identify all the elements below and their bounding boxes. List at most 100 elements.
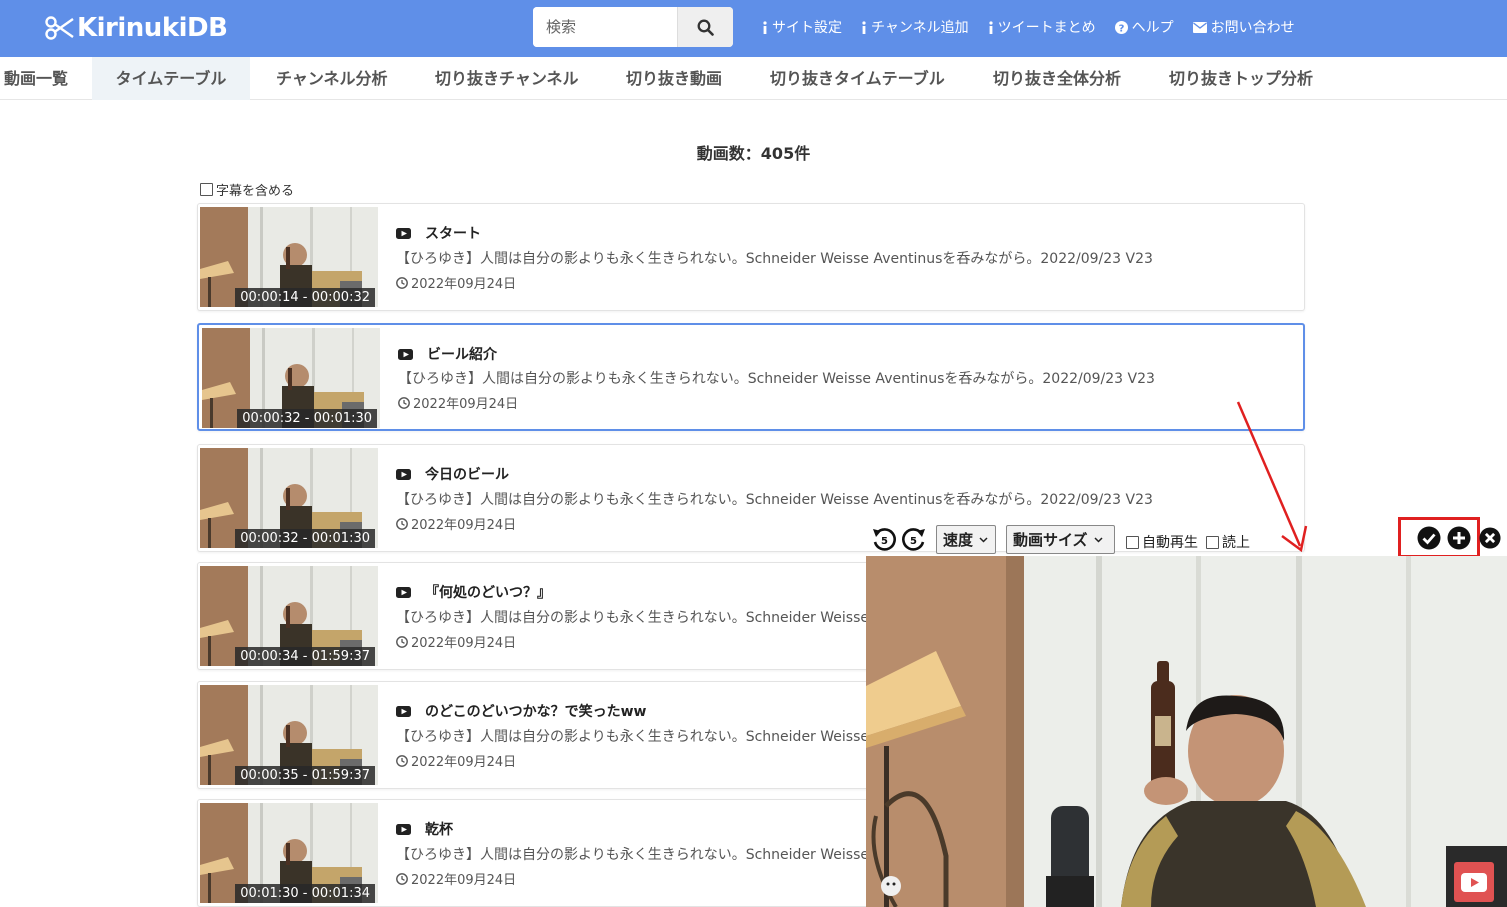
clip-thumbnail[interactable]: 00:00:34 - 01:59:37 bbox=[200, 566, 378, 666]
nav-help[interactable]: ? ヘルプ bbox=[1114, 17, 1174, 37]
info-icon bbox=[762, 20, 768, 34]
clip-date: 2022年09月24日 bbox=[398, 393, 518, 412]
speed-select-label: 速度 bbox=[943, 531, 974, 549]
logo[interactable]: KirinukiDB bbox=[44, 10, 228, 46]
nav-site-settings[interactable]: サイト設定 bbox=[762, 17, 842, 37]
clip-thumbnail[interactable]: 00:00:35 - 01:59:37 bbox=[200, 685, 378, 785]
rewind-label: 5 bbox=[881, 536, 888, 547]
video-frame bbox=[866, 556, 1507, 907]
checkbox-box[interactable] bbox=[1126, 535, 1139, 549]
clip-date-text: 2022年09月24日 bbox=[411, 277, 517, 292]
tab-clip-overall-analysis[interactable]: 切り抜き全体分析 bbox=[993, 57, 1121, 100]
nav-label: お問い合わせ bbox=[1210, 20, 1295, 36]
clip-time-range: 00:00:32 - 00:01:30 bbox=[235, 529, 375, 548]
clip-time-range: 00:01:30 - 00:01:34 bbox=[235, 884, 375, 903]
clock-icon bbox=[396, 872, 408, 885]
clip-description: 【ひろゆき】人間は自分の影よりも永く生きられない。Schneider Weiss… bbox=[396, 492, 1153, 508]
video-player[interactable] bbox=[866, 556, 1507, 907]
play-icon bbox=[396, 468, 411, 480]
tab-clip-channels[interactable]: 切り抜きチャンネル bbox=[435, 57, 579, 100]
include-subtitles-checkbox[interactable]: 字幕を含める bbox=[200, 180, 294, 199]
clip-thumbnail[interactable]: 00:00:32 - 00:01:30 bbox=[202, 328, 380, 428]
clip-date-text: 2022年09月24日 bbox=[411, 755, 517, 770]
clip-title[interactable]: 乾杯 bbox=[396, 819, 453, 839]
nav-tweet-summary[interactable]: ツイートまとめ bbox=[988, 17, 1096, 37]
speed-select[interactable]: 速度 bbox=[936, 525, 996, 554]
video-size-select[interactable]: 動画サイズ bbox=[1006, 525, 1115, 554]
info-icon bbox=[988, 20, 994, 34]
clip-title-text: のどこのどいつかな？で笑ったww bbox=[425, 704, 647, 720]
clip-card-selected[interactable]: 00:00:32 - 00:01:30 ビール紹介 【ひろゆき】人間は自分の影よ… bbox=[197, 323, 1305, 431]
checkbox-box[interactable] bbox=[200, 183, 213, 196]
play-icon bbox=[396, 227, 411, 239]
clip-date-text: 2022年09月24日 bbox=[411, 636, 517, 651]
envelope-icon bbox=[1192, 21, 1207, 33]
forward-5-icon[interactable]: 5 bbox=[900, 525, 928, 553]
nav-label: ヘルプ bbox=[1131, 20, 1174, 36]
nav-add-channel[interactable]: チャンネル追加 bbox=[861, 17, 969, 37]
clip-thumbnail[interactable]: 00:01:30 - 00:01:34 bbox=[200, 803, 378, 903]
autoplay-checkbox[interactable]: 自動再生 bbox=[1126, 532, 1198, 552]
tab-clip-top-analysis[interactable]: 切り抜きトップ分析 bbox=[1169, 57, 1313, 100]
plus-circle-icon[interactable] bbox=[1447, 526, 1471, 550]
tab-timetable[interactable]: タイムテーブル bbox=[92, 57, 250, 100]
search-input[interactable] bbox=[533, 7, 677, 47]
search-button[interactable] bbox=[677, 7, 733, 47]
nav-label: サイト設定 bbox=[772, 20, 842, 36]
nav-contact[interactable]: お問い合わせ bbox=[1192, 17, 1295, 37]
clip-card[interactable]: 00:00:14 - 00:00:32 スタート 【ひろゆき】人間は自分の影より… bbox=[197, 203, 1305, 311]
annotation-arrow bbox=[1236, 401, 1308, 553]
clip-date: 2022年09月24日 bbox=[396, 751, 516, 770]
clip-title[interactable]: 『何処のどいつ？』 bbox=[396, 582, 551, 602]
close-circle-icon[interactable] bbox=[1479, 527, 1501, 549]
logo-text: KirinukiDB bbox=[77, 13, 228, 43]
clip-time-range: 00:00:32 - 00:01:30 bbox=[237, 409, 377, 428]
clip-title-text: スタート bbox=[425, 226, 481, 242]
clip-thumbnail[interactable]: 00:00:14 - 00:00:32 bbox=[200, 207, 378, 307]
clock-icon bbox=[396, 517, 408, 530]
clock-icon bbox=[396, 635, 408, 648]
checkbox-box[interactable] bbox=[1206, 535, 1219, 549]
question-circle-icon: ? bbox=[1114, 20, 1128, 34]
clip-title[interactable]: 今日のビール bbox=[396, 464, 509, 484]
clip-time-range: 00:00:35 - 01:59:37 bbox=[235, 766, 375, 785]
clip-description: 【ひろゆき】人間は自分の影よりも永く生きられない。Schneider Weiss… bbox=[396, 251, 1153, 267]
chevron-down-icon bbox=[979, 536, 988, 543]
nav-label: ツイートまとめ bbox=[997, 20, 1096, 36]
chevron-down-icon bbox=[1094, 536, 1103, 543]
clip-title-text: 今日のビール bbox=[425, 467, 509, 483]
clip-title[interactable]: のどこのどいつかな？で笑ったww bbox=[396, 701, 646, 721]
tab-bar: 動画一覧 タイムテーブル チャンネル分析 切り抜きチャンネル 切り抜き動画 切り… bbox=[0, 57, 1507, 100]
info-icon bbox=[861, 20, 867, 34]
tab-channel-analysis[interactable]: チャンネル分析 bbox=[276, 57, 388, 100]
clip-date-text: 2022年09月24日 bbox=[411, 518, 517, 533]
play-icon bbox=[398, 348, 413, 360]
clip-title[interactable]: スタート bbox=[396, 223, 481, 243]
youtube-button[interactable] bbox=[1454, 862, 1494, 902]
clip-description: 【ひろゆき】人間は自分の影よりも永く生きられない。Schneider Weiss… bbox=[398, 371, 1155, 387]
clip-thumbnail[interactable]: 00:00:32 - 00:01:30 bbox=[200, 448, 378, 548]
rewind-5-icon[interactable]: 5 bbox=[870, 525, 898, 553]
clip-title[interactable]: ビール紹介 bbox=[398, 344, 497, 364]
clip-time-range: 00:00:34 - 01:59:37 bbox=[235, 647, 375, 666]
clip-date-text: 2022年09月24日 bbox=[411, 873, 517, 888]
clip-date: 2022年09月24日 bbox=[396, 869, 516, 888]
clip-date: 2022年09月24日 bbox=[396, 273, 516, 292]
top-bar: KirinukiDB サイト設定 チャンネル追加 ツイートまとめ ? ヘルプ bbox=[0, 0, 1507, 57]
nav-label: チャンネル追加 bbox=[871, 20, 969, 36]
clock-icon bbox=[398, 396, 410, 409]
clock-icon bbox=[396, 276, 408, 289]
tab-video-list[interactable]: 動画一覧 bbox=[4, 57, 68, 100]
tab-clip-timetable[interactable]: 切り抜きタイムテーブル bbox=[770, 57, 945, 100]
svg-text:?: ? bbox=[1118, 23, 1124, 34]
clip-title-text: ビール紹介 bbox=[427, 347, 497, 363]
top-nav: サイト設定 チャンネル追加 ツイートまとめ ? ヘルプ お問い合わせ bbox=[762, 17, 1295, 37]
video-count: 動画数：405件 bbox=[696, 144, 811, 163]
tab-clip-videos[interactable]: 切り抜き動画 bbox=[626, 57, 722, 100]
check-circle-icon[interactable] bbox=[1417, 526, 1441, 550]
search-box bbox=[533, 7, 733, 47]
clip-time-range: 00:00:14 - 00:00:32 bbox=[235, 288, 375, 307]
clip-date: 2022年09月24日 bbox=[396, 514, 516, 533]
clip-title-text: 『何処のどいつ？』 bbox=[425, 585, 551, 601]
checkbox-label: 字幕を含める bbox=[216, 184, 295, 199]
